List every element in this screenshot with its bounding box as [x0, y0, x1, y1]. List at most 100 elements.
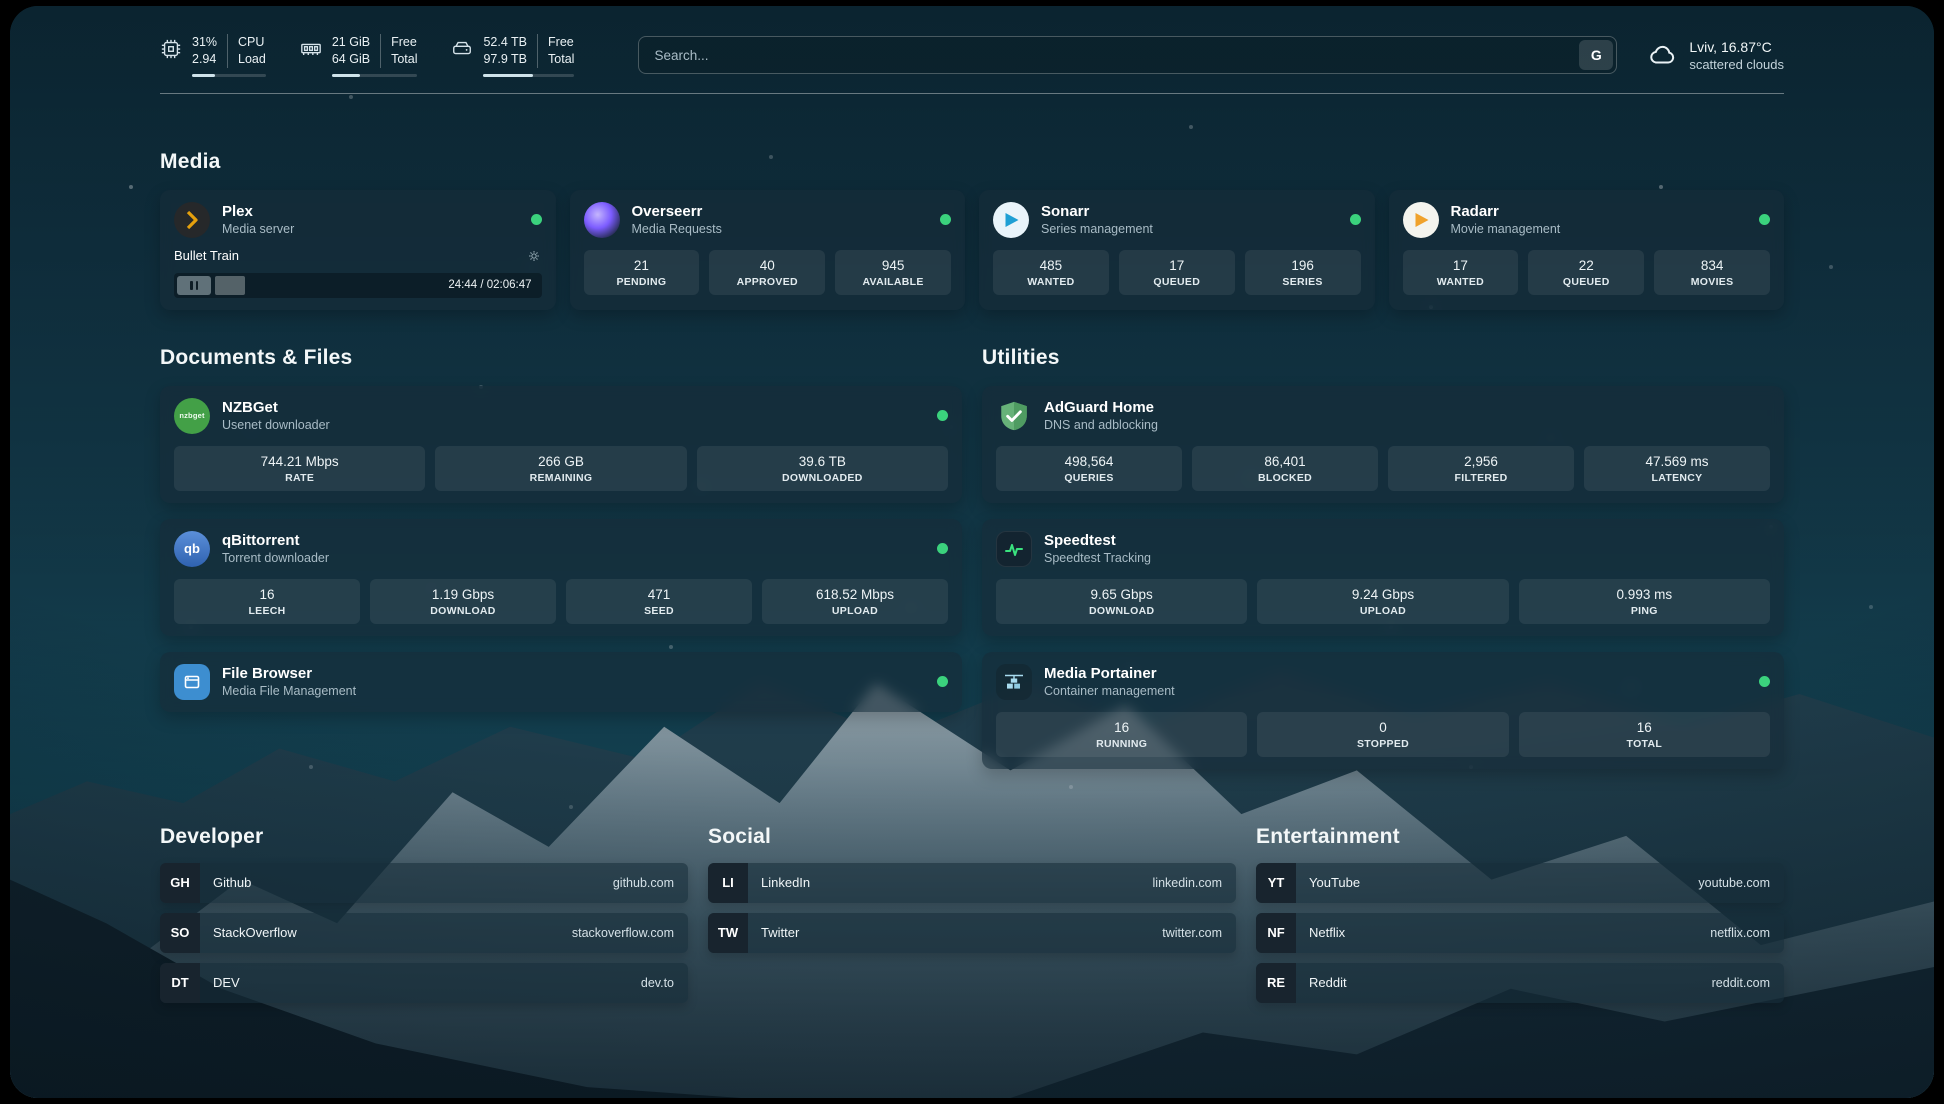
stat-box: 266 GBREMAINING [435, 446, 686, 491]
status-dot [1350, 214, 1361, 225]
section-title-media: Media [160, 150, 1784, 174]
stat-box: 0.993 msPING [1519, 579, 1770, 624]
adguard-card[interactable]: AdGuard Home DNS and adblocking 498,564Q… [982, 386, 1784, 503]
nzbget-card[interactable]: nzbget NZBGet Usenet downloader 744.21 M… [160, 386, 962, 503]
stats-row: 16RUNNING0STOPPED16TOTAL [996, 712, 1770, 757]
speedtest-card[interactable]: Speedtest Speedtest Tracking 9.65 GbpsDO… [982, 519, 1784, 636]
app-desc: Media File Management [222, 684, 356, 698]
link-row[interactable]: NFNetflixnetflix.com [1256, 913, 1784, 953]
overseerr-card[interactable]: Overseerr Media Requests 21PENDING40APPR… [570, 190, 966, 310]
card-header: Radarr Movie management [1403, 202, 1771, 238]
metric-divider [537, 34, 538, 68]
qbittorrent-card[interactable]: qb qBittorrent Torrent downloader 16LEEC… [160, 519, 962, 636]
link-badge: RE [1256, 963, 1296, 1003]
stat-label: FILTERED [1392, 472, 1570, 484]
stat-label: RUNNING [1000, 738, 1243, 750]
dashboard-content: 31% 2.94 CPU Load [10, 6, 1934, 1037]
app-meta: Media Portainer Container management [1044, 665, 1175, 698]
stat-box: 17WANTED [1403, 250, 1519, 295]
app-name: Media Portainer [1044, 665, 1175, 682]
sonarr-icon [993, 202, 1029, 238]
ram-icon [300, 38, 322, 60]
stat-value: 2,956 [1392, 454, 1570, 469]
stat-label: SEED [570, 605, 748, 617]
settings-gear-icon[interactable] [526, 248, 542, 264]
disk-free: 52.4 TB [483, 34, 527, 51]
card-header: Overseerr Media Requests [584, 202, 952, 238]
stat-value: 0 [1261, 720, 1504, 735]
stat-box: 22QUEUED [1528, 250, 1644, 295]
social-links: LILinkedInlinkedin.com TWTwittertwitter.c… [708, 863, 1236, 953]
link-row[interactable]: TWTwittertwitter.com [708, 913, 1236, 953]
portainer-icon [996, 664, 1032, 700]
app-name: NZBGet [222, 399, 330, 416]
search-engine-button[interactable]: G [1579, 40, 1613, 70]
link-name: Netflix [1309, 925, 1345, 940]
card-header: nzbget NZBGet Usenet downloader [174, 398, 948, 434]
stat-box: 16 RUNNING [996, 712, 1247, 757]
stat-box: 9.65 GbpsDOWNLOAD [996, 579, 1247, 624]
app-desc: Series management [1041, 222, 1153, 236]
stat-value: 834 [1658, 258, 1766, 273]
app-meta: Radarr Movie management [1451, 203, 1561, 236]
app-name: Sonarr [1041, 203, 1153, 220]
cpu-unit-top: CPU [238, 34, 266, 51]
app-name: Overseerr [632, 203, 722, 220]
stat-label: WANTED [997, 276, 1105, 288]
stat-value: 16 [1523, 720, 1766, 735]
stat-value: 266 GB [439, 454, 682, 469]
link-url: linkedin.com [1153, 876, 1236, 890]
link-row[interactable]: YTYouTubeyoutube.com [1256, 863, 1784, 903]
radarr-card[interactable]: Radarr Movie management 17WANTED22QUEUED… [1389, 190, 1785, 310]
cloud-icon [1647, 40, 1677, 70]
link-sections: Developer GHGithubgithub.com SOStackOverf… [160, 825, 1784, 1003]
stat-value: 744.21 Mbps [178, 454, 421, 469]
link-url: github.com [613, 876, 688, 890]
weather-widget: Lviv, 16.87°C scattered clouds [1647, 39, 1784, 72]
sonarr-card[interactable]: Sonarr Series management 485WANTED17QUEU… [979, 190, 1375, 310]
section-title-entertainment: Entertainment [1256, 825, 1784, 849]
disk-unit-bottom: Total [548, 51, 574, 68]
stat-label: TOTAL [1523, 738, 1766, 750]
filebrowser-card[interactable]: File Browser Media File Management [160, 652, 962, 712]
player-progress-fill [215, 276, 245, 295]
link-row[interactable]: RERedditreddit.com [1256, 963, 1784, 1003]
search-input[interactable] [642, 48, 1579, 63]
link-row[interactable]: GHGithubgithub.com [160, 863, 688, 903]
link-row[interactable]: LILinkedInlinkedin.com [708, 863, 1236, 903]
stat-value: 196 [1249, 258, 1357, 273]
stat-value: 16 [1000, 720, 1243, 735]
stat-box: 17QUEUED [1119, 250, 1235, 295]
plex-card[interactable]: Plex Media server Bullet Train 24:44 / 0 [160, 190, 556, 310]
app-meta: Overseerr Media Requests [632, 203, 722, 236]
link-badge: YT [1256, 863, 1296, 903]
stat-value: 39.6 TB [701, 454, 944, 469]
entertainment-section: Entertainment YTYouTubeyoutube.com NF Netf… [1256, 825, 1784, 1003]
stat-box: 471SEED [566, 579, 752, 624]
utilities-cards: AdGuard Home DNS and adblocking 498,564Q… [982, 386, 1784, 769]
pause-button[interactable] [177, 276, 211, 295]
status-dot [531, 214, 542, 225]
player-time: 24:44 / 02:06:47 [448, 279, 531, 291]
link-name: DEV [213, 975, 240, 990]
stat-label: DOWNLOADED [701, 472, 944, 484]
app-name: File Browser [222, 665, 356, 682]
stat-label: PENDING [588, 276, 696, 288]
adguard-icon [996, 398, 1032, 434]
section-title-developer: Developer [160, 825, 688, 849]
player-bar[interactable]: 24:44 / 02:06:47 [174, 273, 542, 298]
link-row[interactable]: SOStackOverflowstackoverflow.com [160, 913, 688, 953]
status-dot [937, 410, 948, 421]
link-row[interactable]: DTDEVdev.to [160, 963, 688, 1003]
weather-condition: scattered clouds [1689, 57, 1784, 72]
stat-box: 16 TOTAL [1519, 712, 1770, 757]
card-header: Sonarr Series management [993, 202, 1361, 238]
link-badge: NF [1256, 913, 1296, 953]
metric-divider [227, 34, 228, 68]
link-badge: DT [160, 963, 200, 1003]
app-meta: qBittorrent Torrent downloader [222, 532, 329, 565]
cpu-metric: 31% 2.94 CPU Load [160, 34, 266, 77]
stat-label: QUEUED [1123, 276, 1231, 288]
portainer-card[interactable]: Media Portainer Container management 16 R… [982, 652, 1784, 769]
link-badge: SO [160, 913, 200, 953]
